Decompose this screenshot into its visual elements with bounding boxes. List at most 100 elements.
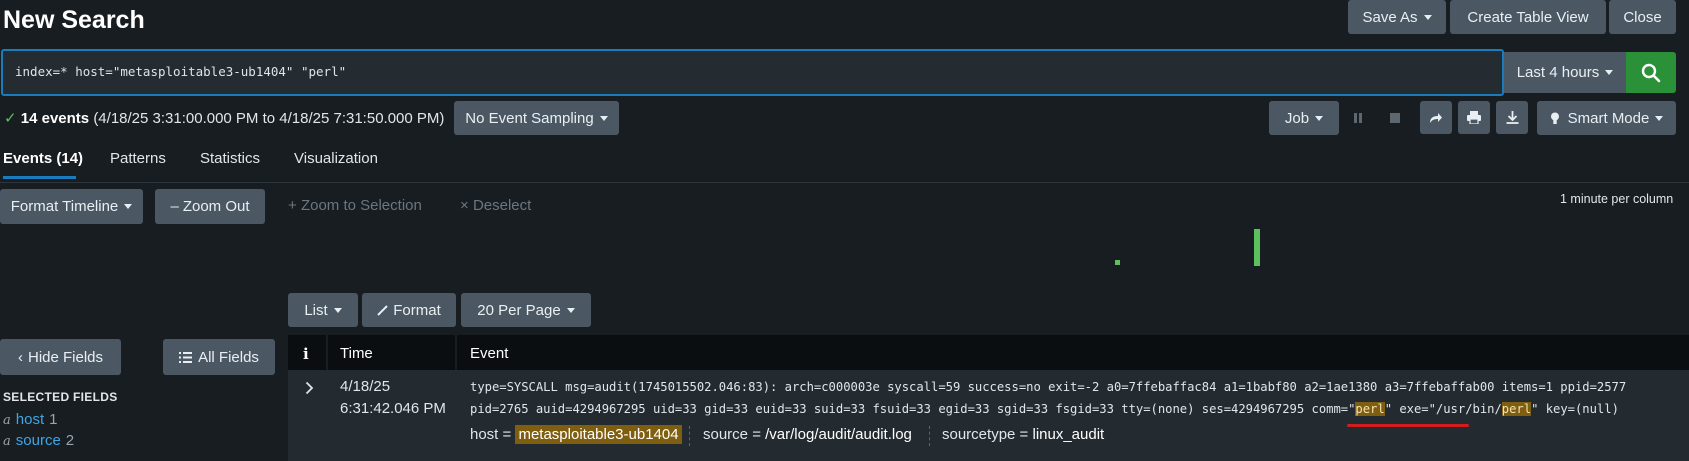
chevron-down-icon [566, 307, 575, 313]
plus-icon: + [288, 197, 301, 214]
field-type-icon: a [3, 413, 11, 428]
search-mode-dropdown[interactable]: Smart Mode [1537, 101, 1676, 135]
field-separator [929, 426, 930, 446]
hide-fields-label: Hide Fields [27, 348, 104, 366]
chevron-down-icon [1423, 14, 1432, 20]
event-column-header: Event [470, 345, 509, 362]
page-title: New Search [3, 6, 145, 34]
host-value[interactable]: metasploitable3-ub1404 [515, 425, 682, 444]
tab-visualization[interactable]: Visualization [294, 150, 378, 167]
print-button[interactable] [1458, 101, 1490, 134]
search-query-text: index=* host="metasploitable3-ub1404" "p… [15, 64, 347, 79]
tab-patterns[interactable]: Patterns [110, 150, 166, 167]
info-column-header: i [303, 345, 309, 363]
event-time: 6:31:42.046 PM [340, 400, 446, 417]
field-source[interactable]: a source 2 [3, 432, 74, 449]
event-sampling-label: No Event Sampling [465, 109, 594, 127]
selected-fields-heading: SELECTED FIELDS [3, 390, 118, 404]
field-count: 2 [65, 432, 75, 449]
field-type-icon: a [3, 434, 11, 449]
source-label: source = [703, 426, 761, 443]
create-table-view-button[interactable]: Create Table View [1450, 0, 1606, 34]
column-divider [326, 335, 328, 370]
sourcetype-label: sourcetype = [942, 426, 1029, 443]
deselect-button[interactable]: × Deselect [460, 197, 531, 214]
host-label: host = [470, 426, 512, 443]
source-value[interactable]: /var/log/audit/audit.log [765, 426, 912, 443]
format-timeline-label: Format Timeline [10, 198, 119, 215]
event-time-range: (4/18/25 3:31:00.000 PM to 4/18/25 7:31:… [93, 110, 445, 127]
field-separator [689, 426, 690, 446]
event-raw-line-2: pid=2765 auid=4294967295 uid=33 gid=33 e… [470, 402, 1619, 416]
close-button[interactable]: Close [1609, 0, 1676, 34]
pause-icon [1354, 112, 1362, 123]
format-timeline-dropdown[interactable]: Format Timeline [0, 189, 143, 224]
save-as-label: Save As [1362, 8, 1418, 26]
sourcetype-value[interactable]: linux_audit [1032, 426, 1104, 443]
search-button[interactable] [1626, 52, 1676, 93]
list-view-dropdown[interactable]: List [288, 293, 358, 327]
minus-icon: – [170, 198, 179, 215]
job-menu-button[interactable]: Job [1269, 101, 1339, 135]
event-count: 14 events [20, 110, 90, 127]
search-icon [1641, 63, 1661, 82]
download-icon [1506, 111, 1518, 124]
share-icon [1430, 112, 1442, 123]
time-column-header[interactable]: Time [340, 345, 373, 362]
search-input[interactable]: index=* host="metasploitable3-ub1404" "p… [1, 49, 1504, 96]
column-divider [455, 335, 457, 370]
zoom-out-button[interactable]: – Zoom Out [155, 189, 265, 224]
job-label: Job [1284, 109, 1310, 127]
event-field-host[interactable]: host = metasploitable3-ub1404 [470, 425, 682, 444]
event-text: " exe="/usr/bin/ [1384, 402, 1502, 416]
checkmark-icon: ✓ [4, 110, 17, 127]
highlighted-term[interactable]: perl [1501, 402, 1531, 416]
highlighted-term[interactable]: perl [1355, 402, 1385, 416]
timeline-bar[interactable] [1254, 229, 1260, 266]
zoom-out-label: Zoom Out [182, 198, 250, 215]
lightbulb-icon [1550, 112, 1559, 124]
timeline-scale-label: 1 minute per column [1560, 192, 1674, 206]
x-icon: × [460, 197, 473, 214]
format-button[interactable]: Format [362, 293, 456, 327]
event-sampling-dropdown[interactable]: No Event Sampling [454, 101, 619, 135]
red-annotation-underline [1347, 424, 1469, 427]
chevron-down-icon [1655, 115, 1664, 121]
zoom-to-selection-label: Zoom to Selection [300, 197, 422, 214]
stop-icon [1390, 112, 1400, 123]
chevron-down-icon [599, 115, 608, 121]
tab-statistics[interactable]: Statistics [200, 150, 260, 167]
brush-icon [377, 304, 388, 316]
per-page-dropdown[interactable]: 20 Per Page [461, 293, 591, 327]
export-button[interactable] [1496, 101, 1528, 134]
print-icon [1467, 111, 1481, 124]
tab-events[interactable]: Events (14) [3, 150, 83, 167]
pause-button[interactable] [1346, 101, 1370, 134]
chevron-down-icon [1315, 115, 1324, 121]
event-field-source[interactable]: source = /var/log/audit/audit.log [703, 426, 912, 443]
tabs-divider [0, 182, 1689, 183]
save-as-button[interactable]: Save As [1348, 0, 1446, 34]
deselect-label: Deselect [472, 197, 532, 214]
event-text: " key=(null) [1531, 402, 1619, 416]
zoom-to-selection-button[interactable]: + Zoom to Selection [288, 197, 422, 214]
all-fields-button[interactable]: All Fields [163, 339, 275, 375]
event-field-sourcetype[interactable]: sourcetype = linux_audit [942, 426, 1104, 443]
per-page-label: 20 Per Page [477, 301, 561, 319]
list-label: List [304, 301, 328, 319]
chevron-right-icon[interactable] [305, 381, 314, 395]
format-label: Format [393, 301, 441, 319]
field-count: 1 [49, 411, 58, 428]
chevron-left-icon: ‹ [17, 348, 23, 366]
chevron-down-icon [333, 307, 342, 313]
time-range-picker[interactable]: Last 4 hours [1504, 52, 1626, 93]
share-button[interactable] [1420, 101, 1452, 134]
results-table-header: i Time Event [288, 335, 1689, 370]
search-status: ✓ 14 events (4/18/25 3:31:00.000 PM to 4… [4, 109, 444, 127]
chevron-down-icon [1605, 70, 1614, 75]
field-host[interactable]: a host 1 [3, 411, 57, 428]
timeline-bar[interactable] [1115, 260, 1120, 265]
time-range-label: Last 4 hours [1516, 64, 1600, 81]
hide-fields-button[interactable]: ‹ Hide Fields [0, 339, 121, 375]
stop-button[interactable] [1383, 101, 1407, 134]
